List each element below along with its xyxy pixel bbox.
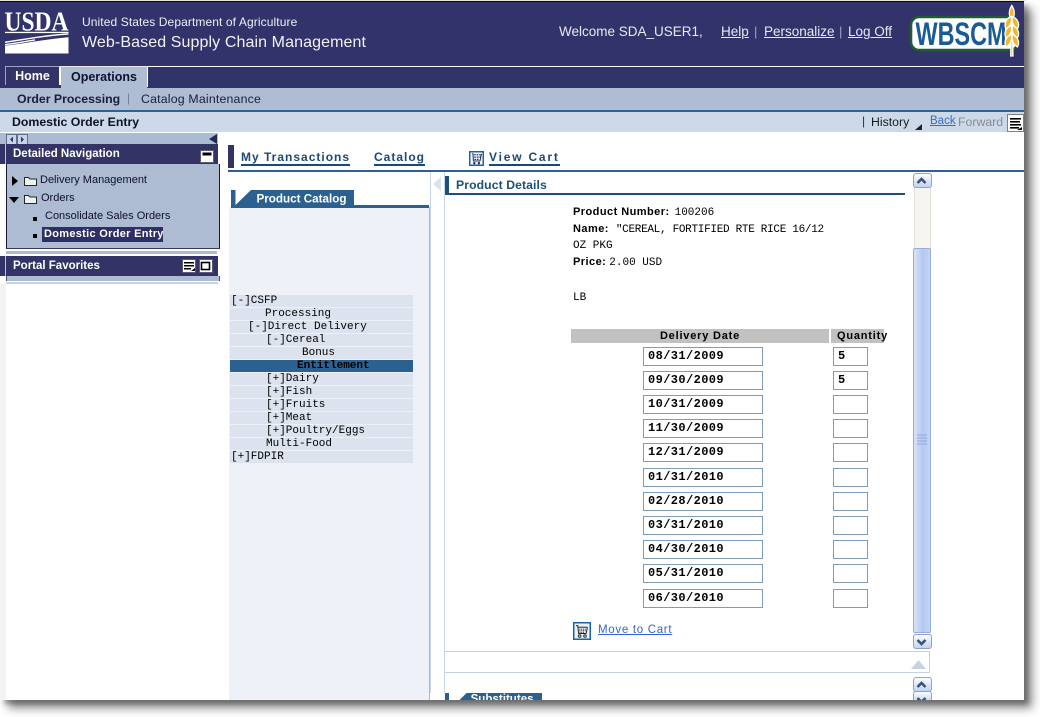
svg-text:Substitutes: Substitutes (471, 694, 534, 700)
svg-text:Product Catalog: Product Catalog (257, 194, 347, 206)
svg-text:WBSCM: WBSCM (916, 16, 1007, 52)
